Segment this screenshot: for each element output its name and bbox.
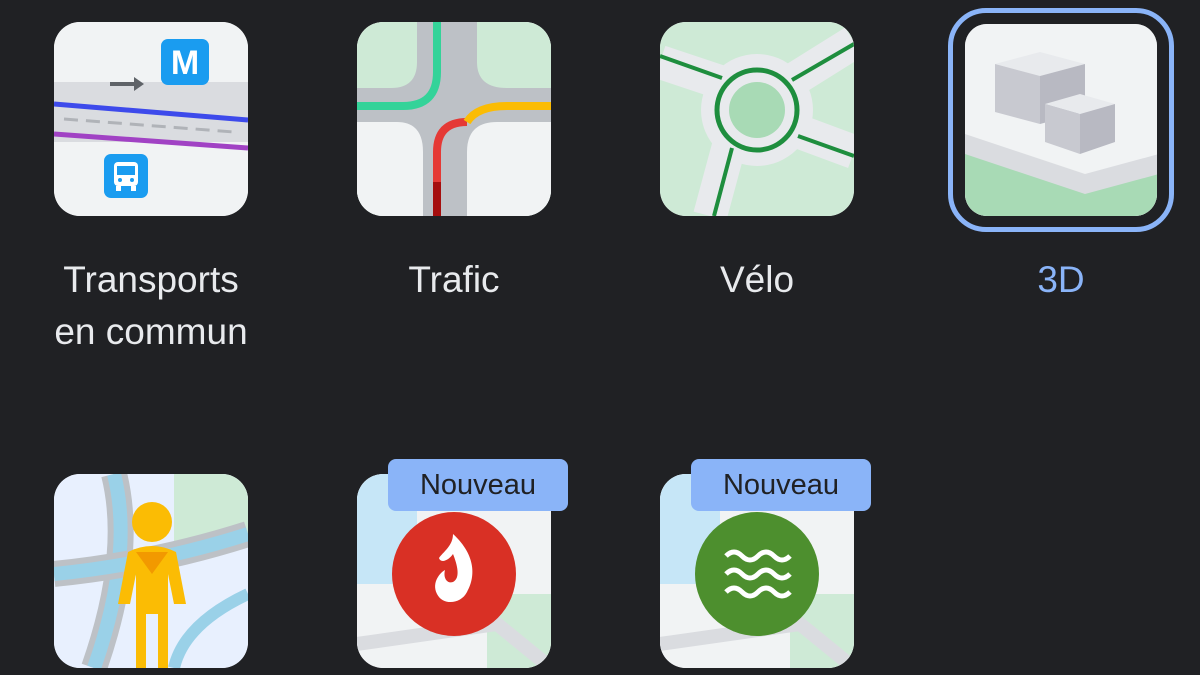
layer-label-traffic: Trafic xyxy=(408,259,500,300)
transit-map-icon: M xyxy=(54,22,248,216)
layer-label-3d: 3D xyxy=(1037,259,1085,300)
3d-buildings-icon xyxy=(965,24,1157,216)
layer-tile-traffic[interactable] xyxy=(357,22,551,216)
traffic-map-icon xyxy=(357,22,551,216)
street-view-pegman-icon xyxy=(54,474,248,668)
layer-tile-street-view[interactable] xyxy=(54,474,248,668)
new-badge-air-quality: Nouveau xyxy=(691,459,871,511)
new-badge-wildfires: Nouveau xyxy=(388,459,568,511)
svg-text:M: M xyxy=(171,44,199,82)
layer-label-bike: Vélo xyxy=(719,259,795,300)
layer-tile-bike[interactable] xyxy=(660,22,854,216)
layer-tile-3d[interactable] xyxy=(965,24,1157,216)
bike-map-icon xyxy=(660,22,854,216)
layer-label-transit: Transports en commun xyxy=(54,259,248,352)
layer-tile-transit[interactable]: M xyxy=(54,22,248,216)
